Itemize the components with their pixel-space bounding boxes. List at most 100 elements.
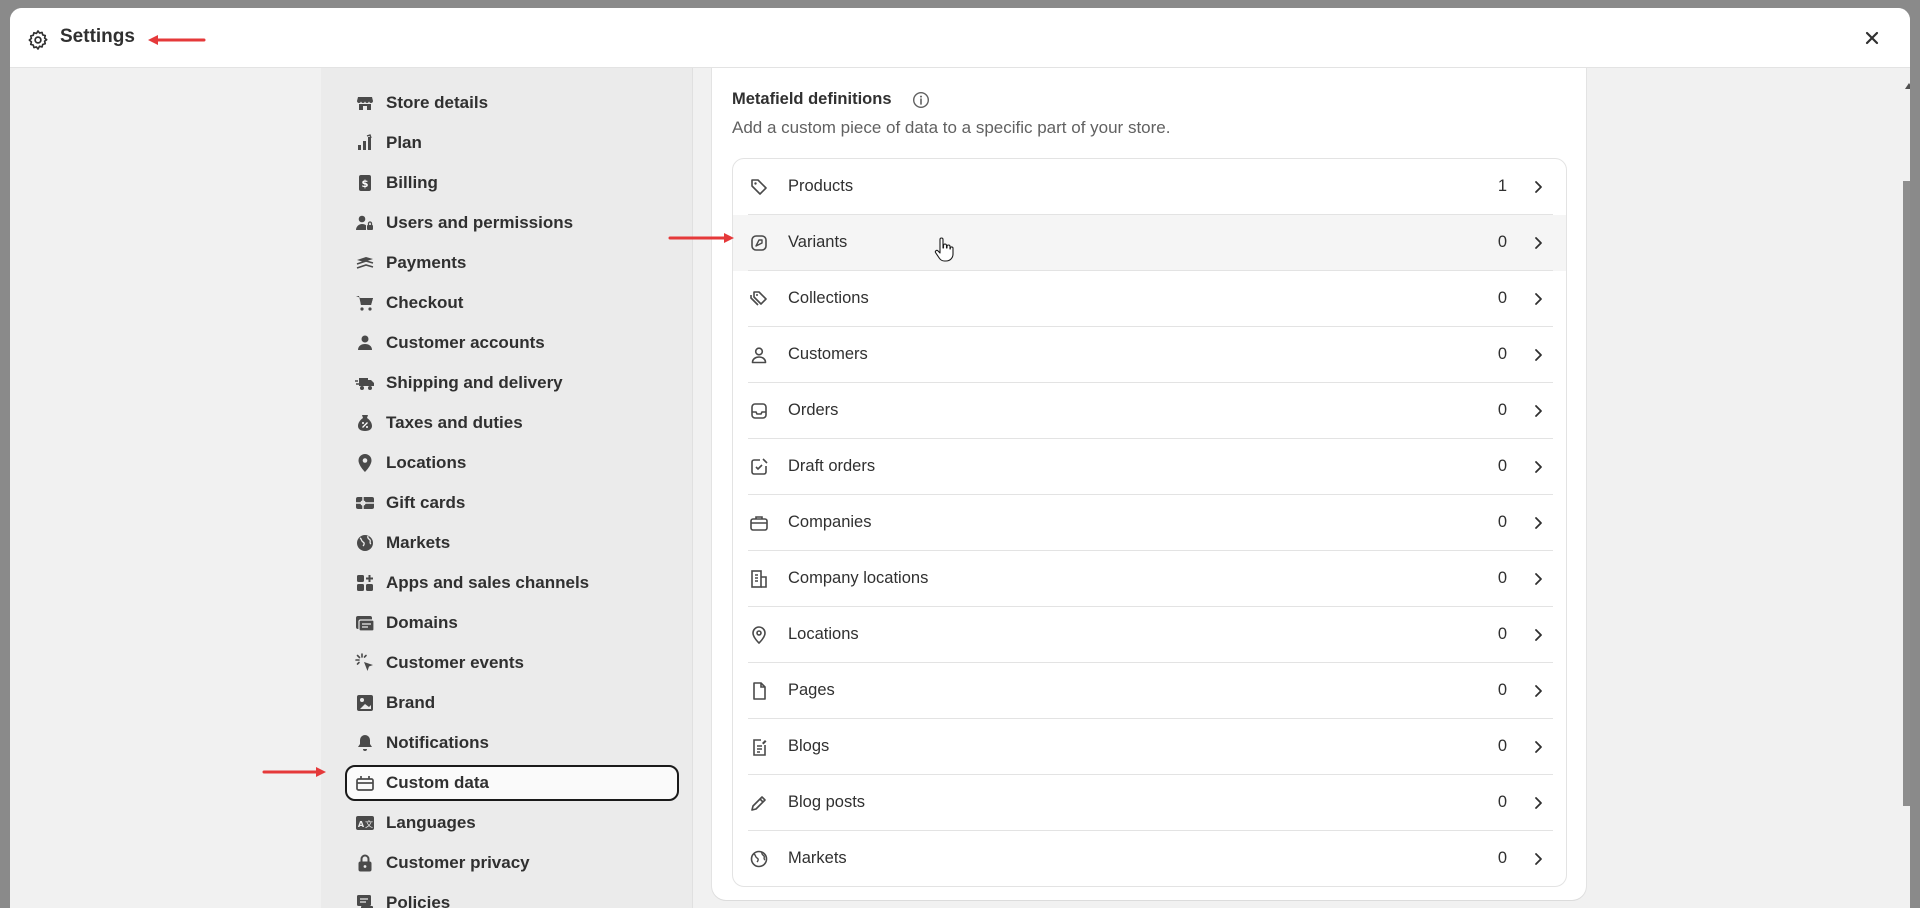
list-item-customers[interactable]: Customers 0 xyxy=(733,327,1566,383)
sidebar-item-billing[interactable]: $ Billing xyxy=(345,165,679,201)
title-bar: Settings xyxy=(10,8,1910,68)
list-item-markets[interactable]: Markets 0 xyxy=(733,831,1566,886)
row-count: 0 xyxy=(1497,625,1507,643)
list-item-blog-posts[interactable]: Blog posts 0 xyxy=(733,775,1566,831)
scrollbar-thumb[interactable] xyxy=(1903,181,1910,806)
row-label: Locations xyxy=(788,625,859,643)
sidebar-item-store-details[interactable]: Store details xyxy=(345,85,679,121)
sidebar-item-customer-events[interactable]: Customer events xyxy=(345,645,679,681)
sidebar-item-checkout[interactable]: Checkout xyxy=(345,285,679,321)
sidebar-item-label: Custom data xyxy=(386,773,489,792)
cursor-click-icon xyxy=(355,653,373,671)
row-count: 0 xyxy=(1497,513,1507,531)
sidebar-item-label: Billing xyxy=(386,173,438,192)
card-description: Add a custom piece of data to a specific… xyxy=(732,118,1171,137)
row-count: 0 xyxy=(1497,401,1507,419)
annotation-arrow-icon xyxy=(668,233,734,243)
chevron-right-icon xyxy=(1535,741,1542,753)
sidebar-item-customer-accounts[interactable]: Customer accounts xyxy=(345,325,679,361)
sidebar-item-label: Customer accounts xyxy=(386,333,545,352)
sidebar-item-label: Policies xyxy=(386,893,451,908)
row-label: Variants xyxy=(788,233,848,251)
list-item-pages[interactable]: Pages 0 xyxy=(733,663,1566,719)
sidebar-item-label: Shipping and delivery xyxy=(386,373,563,392)
row-label: Companies xyxy=(788,513,872,531)
list-item-orders[interactable]: Orders 0 xyxy=(733,383,1566,439)
bell-icon xyxy=(358,735,372,751)
sidebar-item-plan[interactable]: Plan xyxy=(345,125,679,161)
sidebar-item-label: Brand xyxy=(386,693,436,712)
list-item-locations[interactable]: Locations 0 xyxy=(733,607,1566,663)
row-count: 0 xyxy=(1497,457,1507,475)
gift-card-icon xyxy=(356,497,374,509)
sidebar-item-custom-data[interactable]: Custom data xyxy=(345,765,679,801)
chevron-right-icon xyxy=(1535,685,1542,697)
row-label: Pages xyxy=(788,681,835,699)
sidebar-item-customer-privacy[interactable]: Customer privacy xyxy=(345,845,679,881)
sidebar-item-taxes-and-duties[interactable]: Taxes and duties xyxy=(345,405,679,441)
list-item-products[interactable]: Products 1 xyxy=(733,159,1566,215)
window-title: Settings xyxy=(60,26,135,47)
row-label: Products xyxy=(788,177,854,195)
inbox-icon xyxy=(751,403,767,419)
building-icon xyxy=(751,570,767,588)
row-label: Blog posts xyxy=(788,793,866,811)
location-pin-icon xyxy=(358,454,372,472)
sidebar-item-locations[interactable]: Locations xyxy=(345,445,679,481)
tax-icon xyxy=(358,415,372,431)
chevron-right-icon xyxy=(1535,237,1542,249)
list-item-company-locations[interactable]: Company locations 0 xyxy=(733,551,1566,607)
blog-icon xyxy=(753,739,767,756)
settings-sidebar: Store details Plan $ Billing Users and p… xyxy=(321,68,693,908)
sidebar-item-shipping-and-delivery[interactable]: Shipping and delivery xyxy=(345,365,679,401)
lock-icon xyxy=(358,854,372,872)
chevron-right-icon xyxy=(1535,405,1542,417)
chevron-right-icon xyxy=(1535,461,1542,473)
row-count: 0 xyxy=(1497,793,1507,811)
list-item-companies[interactable]: Companies 0 xyxy=(733,495,1566,551)
list-item-collections[interactable]: Collections 0 xyxy=(733,271,1566,327)
sidebar-item-payments[interactable]: Payments xyxy=(345,245,679,281)
cart-icon xyxy=(356,296,373,311)
row-count: 0 xyxy=(1497,233,1507,251)
chevron-right-icon xyxy=(1535,181,1542,193)
info-icon[interactable] xyxy=(912,91,930,109)
row-count: 0 xyxy=(1497,849,1507,867)
row-count: 0 xyxy=(1497,289,1507,307)
sidebar-item-label: Markets xyxy=(386,533,451,552)
list-item-blogs[interactable]: Blogs 0 xyxy=(733,719,1566,775)
row-label: Customers xyxy=(788,345,868,363)
briefcase-icon xyxy=(750,516,768,531)
sidebar-item-domains[interactable]: Domains xyxy=(345,605,679,641)
sidebar-item-policies[interactable]: Policies xyxy=(345,885,679,908)
sidebar-item-label: Payments xyxy=(386,253,467,272)
sidebar-item-label: Languages xyxy=(386,813,476,832)
sidebar-item-label: Notifications xyxy=(386,733,489,752)
list-item-draft-orders[interactable]: Draft orders 0 xyxy=(733,439,1566,495)
sidebar-item-markets[interactable]: Markets xyxy=(345,525,679,561)
draft-order-icon xyxy=(751,458,768,475)
custom-data-icon xyxy=(356,776,374,791)
sidebar-item-label: Users and permissions xyxy=(386,213,574,232)
users-icon xyxy=(356,215,373,230)
row-label: Blogs xyxy=(788,737,830,755)
svg-text:文: 文 xyxy=(365,819,373,829)
card-title: Metafield definitions xyxy=(732,90,892,108)
sidebar-item-gift-cards[interactable]: Gift cards xyxy=(345,485,679,521)
sidebar-item-label: Plan xyxy=(386,133,422,152)
hand-pointer-icon xyxy=(934,237,954,262)
annotation-arrow-icon xyxy=(148,35,206,45)
list-item-variants[interactable]: Variants 0 xyxy=(733,215,1566,271)
pencil-icon xyxy=(751,796,766,811)
sidebar-item-languages[interactable]: A文 Languages xyxy=(345,805,679,841)
sidebar-item-notifications[interactable]: Notifications xyxy=(345,725,679,761)
row-label: Collections xyxy=(788,289,869,307)
close-button[interactable] xyxy=(1860,26,1884,50)
scroll-up-arrow-icon[interactable] xyxy=(1904,82,1910,90)
sidebar-item-apps-and-sales-channels[interactable]: Apps and sales channels xyxy=(345,565,679,601)
chevron-right-icon xyxy=(1535,293,1542,305)
sidebar-item-users-and-permissions[interactable]: Users and permissions xyxy=(345,205,679,241)
globe-icon xyxy=(357,535,373,551)
sidebar-item-brand[interactable]: Brand xyxy=(345,685,679,721)
row-count: 0 xyxy=(1497,569,1507,587)
